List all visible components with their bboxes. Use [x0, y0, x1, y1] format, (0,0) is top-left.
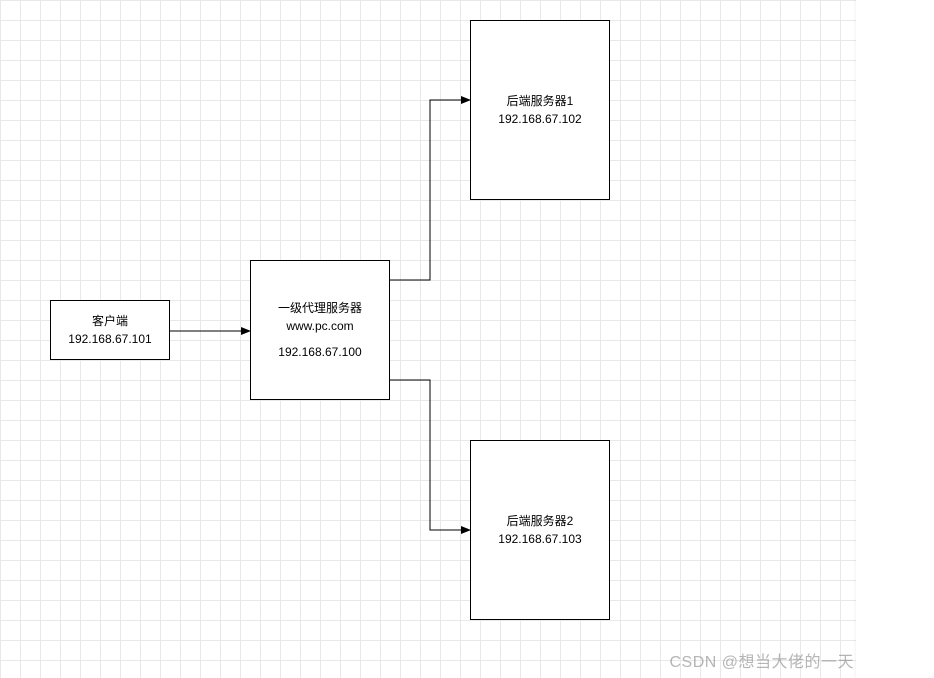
node-proxy-title: 一级代理服务器	[278, 299, 362, 317]
node-backend2-ip: 192.168.67.103	[498, 530, 581, 548]
node-backend2[interactable]: 后端服务器2 192.168.67.103	[470, 440, 610, 620]
node-backend2-title: 后端服务器2	[507, 512, 574, 530]
node-client-title: 客户端	[92, 312, 128, 330]
node-backend1-ip: 192.168.67.102	[498, 110, 581, 128]
diagram-canvas[interactable]: 客户端 192.168.67.101 一级代理服务器 www.pc.com 19…	[0, 0, 856, 678]
node-client-ip: 192.168.67.101	[68, 330, 151, 348]
node-proxy-ip: 192.168.67.100	[278, 343, 361, 361]
edge-proxy-backend1	[390, 100, 470, 280]
node-proxy-domain: www.pc.com	[286, 317, 353, 335]
node-proxy[interactable]: 一级代理服务器 www.pc.com 192.168.67.100	[250, 260, 390, 400]
node-backend1-title: 后端服务器1	[507, 92, 574, 110]
side-panel	[856, 0, 934, 678]
node-backend1[interactable]: 后端服务器1 192.168.67.102	[470, 20, 610, 200]
node-client[interactable]: 客户端 192.168.67.101	[50, 300, 170, 360]
edge-proxy-backend2	[390, 380, 470, 530]
